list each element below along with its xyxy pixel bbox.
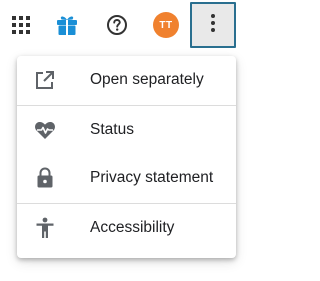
heart-pulse-icon: [34, 119, 56, 141]
menu-item-open-separately[interactable]: Open separately: [17, 56, 236, 104]
avatar[interactable]: TT: [153, 12, 179, 38]
menu-item-label: Open separately: [90, 71, 204, 88]
apps-grid-icon[interactable]: [8, 12, 34, 38]
gift-icon[interactable]: [54, 12, 80, 38]
menu-item-accessibility[interactable]: Accessibility: [17, 204, 236, 252]
lock-icon: [34, 167, 56, 189]
menu-item-privacy-statement[interactable]: Privacy statement: [17, 154, 236, 202]
more-options-button[interactable]: [190, 2, 236, 48]
open-in-new-icon: [34, 69, 56, 91]
more-options-menu: Open separately Status Privacy statement: [17, 56, 236, 258]
menu-item-label: Status: [90, 121, 134, 138]
menu-item-status[interactable]: Status: [17, 106, 236, 154]
more-vert-icon: [210, 13, 216, 38]
help-circle-icon[interactable]: [104, 12, 130, 38]
menu-item-label: Accessibility: [90, 219, 175, 236]
top-bar: TT: [0, 0, 246, 50]
avatar-initials: TT: [159, 19, 173, 31]
menu-item-label: Privacy statement: [90, 169, 214, 186]
accessibility-icon: [34, 217, 56, 239]
